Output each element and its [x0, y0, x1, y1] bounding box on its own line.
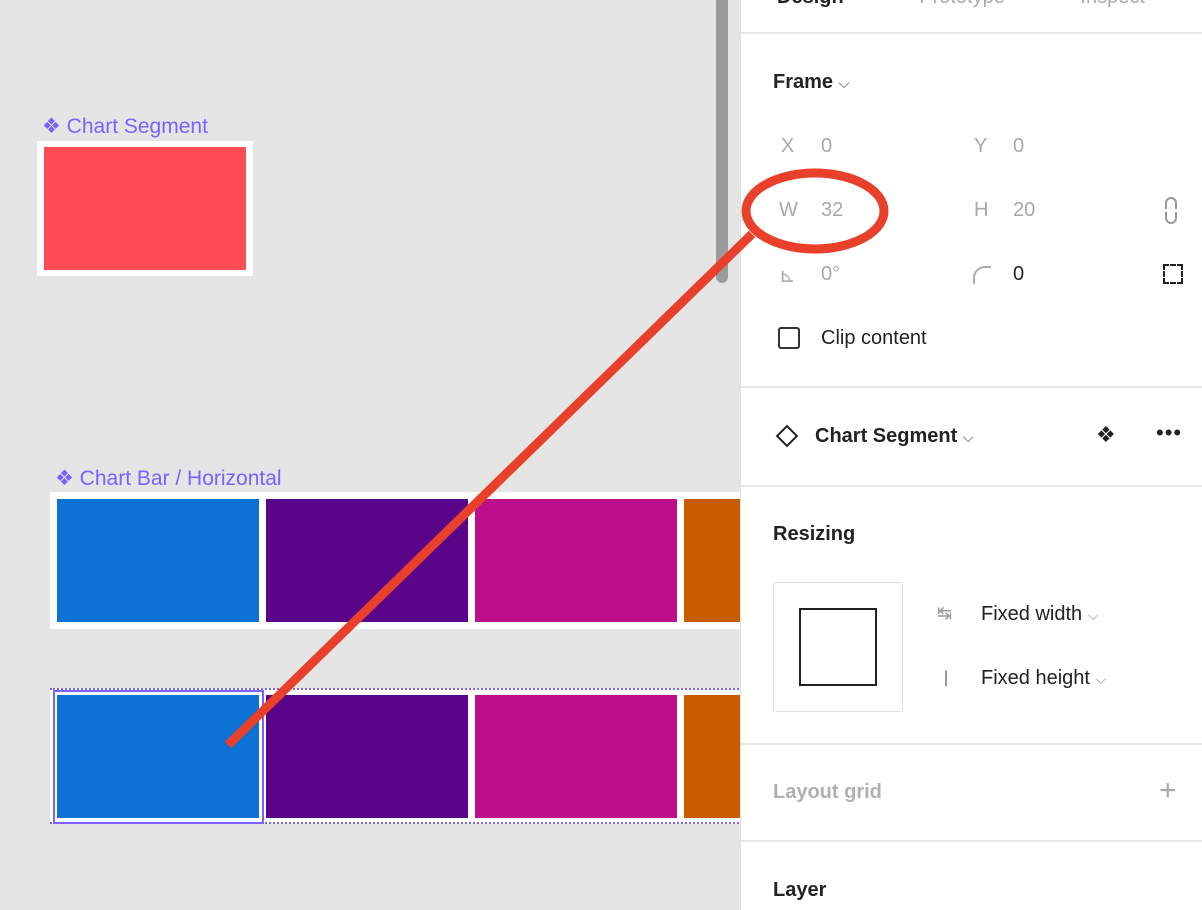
annotation-circle [741, 168, 889, 254]
annotation-overlay [224, 168, 889, 749]
annotation-arrow-line [224, 230, 756, 749]
